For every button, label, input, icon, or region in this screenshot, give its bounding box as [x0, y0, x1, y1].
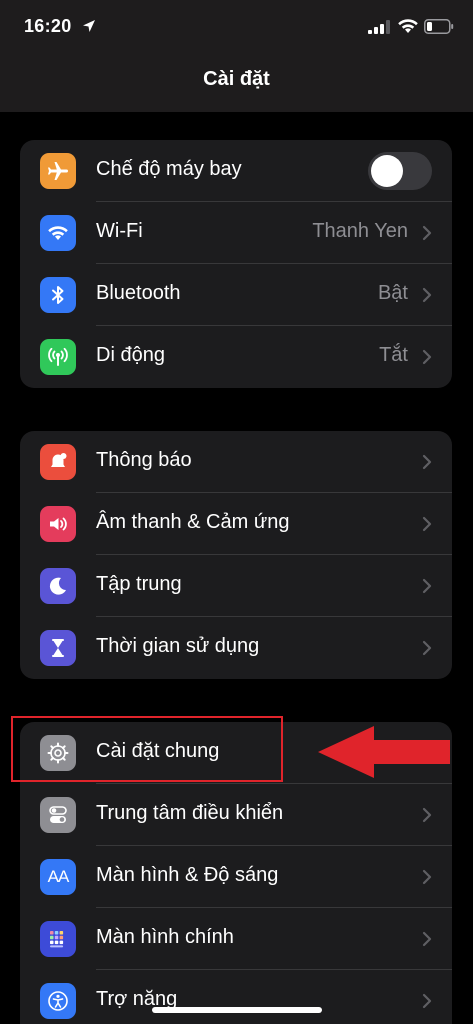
settings-row-control-center[interactable]: Trung tâm điều khiển	[20, 784, 452, 846]
cellular-value: Tắt	[379, 344, 408, 366]
wifi-icon	[40, 215, 76, 251]
bluetooth-icon	[40, 277, 76, 313]
chevron-right-icon	[422, 516, 432, 532]
page-title: Cài đặt	[203, 68, 270, 90]
settings-row-notifications[interactable]: Thông báo	[20, 431, 452, 493]
settings-row-bluetooth[interactable]: Bluetooth Bật	[20, 264, 452, 326]
notifications-group: Thông báo Âm thanh & Cảm ứng Tập trung T…	[20, 431, 452, 679]
red-arrow-icon	[318, 726, 450, 778]
cellular-signal-icon	[368, 20, 390, 34]
display-label: Màn hình & Độ sáng	[96, 864, 279, 886]
chevron-right-icon	[422, 993, 432, 1009]
control-center-label: Trung tâm điều khiển	[96, 802, 284, 824]
chevron-right-icon	[422, 931, 432, 947]
chevron-right-icon	[422, 869, 432, 885]
moon-icon	[40, 568, 76, 604]
speaker-icon	[40, 506, 76, 542]
hourglass-icon	[40, 630, 76, 666]
chevron-right-icon	[422, 349, 432, 365]
airplane-icon	[40, 153, 76, 189]
status-time: 16:20	[24, 16, 72, 36]
status-bar: 16:20	[0, 0, 473, 56]
home-grid-icon	[40, 921, 76, 957]
home-screen-label: Màn hình chính	[96, 926, 234, 948]
airplane-mode-label: Chế độ máy bay	[96, 158, 242, 180]
accessibility-icon	[40, 983, 76, 1019]
settings-row-sounds[interactable]: Âm thanh & Cảm ứng	[20, 493, 452, 555]
bluetooth-label: Bluetooth	[96, 282, 181, 304]
notifications-label: Thông báo	[96, 449, 192, 471]
screen-time-label: Thời gian sử dụng	[96, 635, 260, 657]
settings-row-home-screen[interactable]: Màn hình chính	[20, 908, 452, 970]
cellular-label: Di động	[96, 344, 165, 366]
chevron-right-icon	[422, 807, 432, 823]
home-indicator[interactable]	[152, 1007, 322, 1013]
sounds-label: Âm thanh & Cảm ứng	[96, 511, 290, 533]
chevron-right-icon	[422, 287, 432, 303]
airplane-mode-toggle[interactable]	[368, 152, 432, 190]
settings-row-accessibility[interactable]: Trợ năng	[20, 970, 452, 1024]
wifi-status-icon	[398, 19, 418, 33]
focus-label: Tập trung	[96, 573, 182, 595]
toggle-knob	[371, 155, 403, 187]
settings-row-display[interactable]: AA Màn hình & Độ sáng	[20, 846, 452, 908]
header: 16:20 Cài đặt	[0, 0, 473, 112]
settings-row-focus[interactable]: Tập trung	[20, 555, 452, 617]
antenna-icon	[40, 339, 76, 375]
bluetooth-value: Bật	[377, 282, 408, 304]
text-size-glyph: AA	[47, 867, 70, 886]
battery-icon	[424, 19, 454, 34]
chevron-right-icon	[422, 640, 432, 656]
text-size-icon: AA	[40, 859, 76, 895]
settings-row-airplane-mode[interactable]: Chế độ máy bay	[20, 140, 452, 202]
chevron-right-icon	[422, 454, 432, 470]
connectivity-group: Chế độ máy bay Wi-Fi Thanh Yen Bluetooth…	[20, 140, 452, 388]
wifi-label: Wi-Fi	[96, 220, 143, 242]
chevron-right-icon	[422, 225, 432, 241]
bell-icon	[40, 444, 76, 480]
settings-row-screen-time[interactable]: Thời gian sử dụng	[20, 617, 452, 679]
toggles-icon	[40, 797, 76, 833]
settings-row-wifi[interactable]: Wi-Fi Thanh Yen	[20, 202, 452, 264]
wifi-value: Thanh Yen	[312, 220, 408, 242]
chevron-right-icon	[422, 578, 432, 594]
location-arrow-icon	[83, 20, 95, 32]
settings-row-cellular[interactable]: Di động Tắt	[20, 326, 452, 388]
highlight-box	[11, 716, 283, 782]
